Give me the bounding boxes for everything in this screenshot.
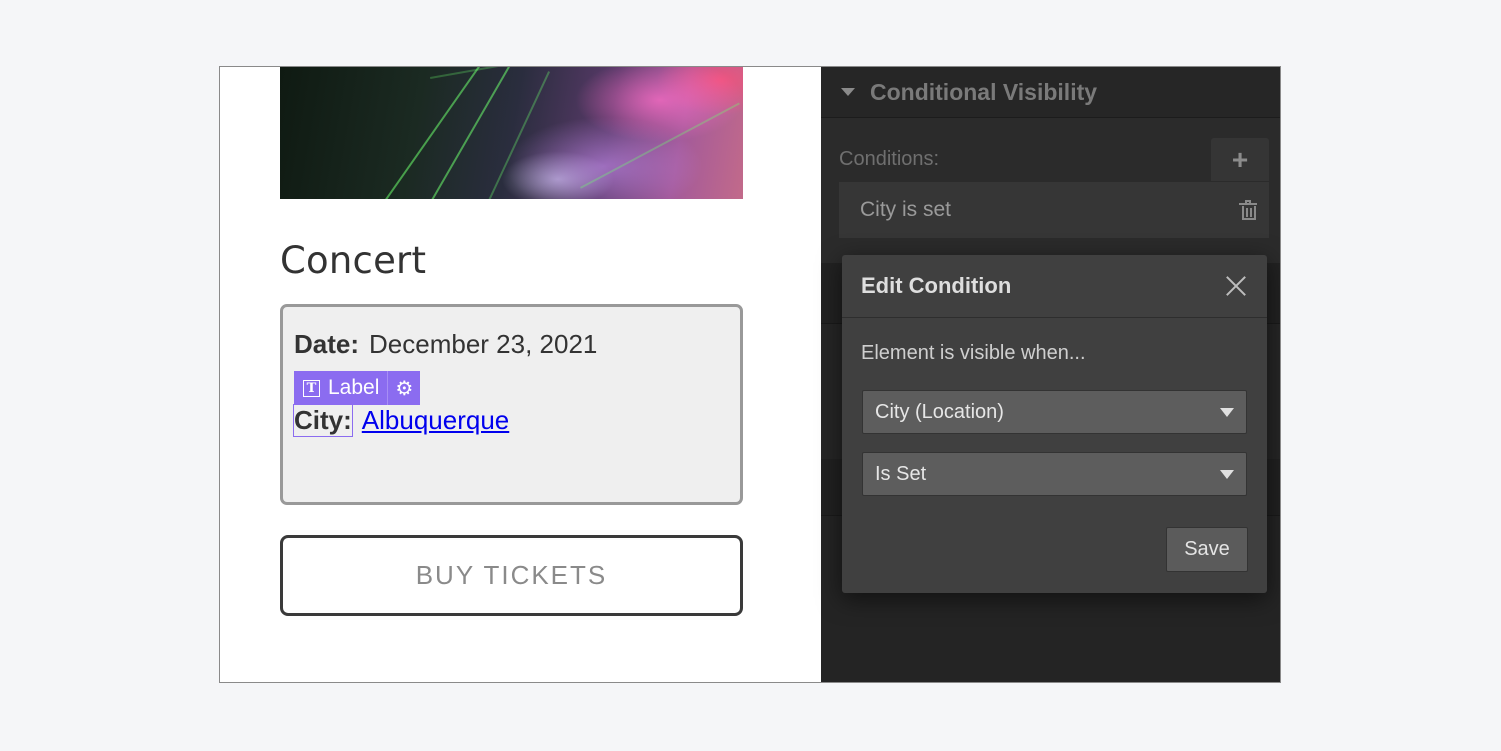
dropdown-arrow-icon <box>1220 407 1234 417</box>
modal-description: Element is visible when... <box>861 342 1086 364</box>
conditional-visibility-header[interactable]: Conditional Visibility <box>821 67 1280 118</box>
operator-select-value: Is Set <box>875 462 927 485</box>
section-title: Conditional Visibility <box>870 78 1098 105</box>
gear-icon[interactable]: ⚙ <box>388 371 420 405</box>
operator-select[interactable]: Is Set <box>862 452 1247 496</box>
event-title: Concert <box>280 239 427 282</box>
save-button[interactable]: Save <box>1166 527 1248 572</box>
dropdown-arrow-icon <box>1220 469 1234 479</box>
text-block-icon: T <box>303 379 320 397</box>
city-link[interactable]: Albuquerque <box>362 405 509 436</box>
element-type-text: Label <box>328 376 380 399</box>
hero-image[interactable] <box>280 67 743 199</box>
element-type-label[interactable]: T Label <box>294 371 389 405</box>
caret-down-icon <box>841 88 855 96</box>
city-row: City: Albuquerque <box>293 404 509 437</box>
conditions-section: Conditions: + City is set <box>821 118 1280 263</box>
event-info-box[interactable]: Date: December 23, 2021 T Label ⚙ City: A… <box>280 304 743 505</box>
date-row: Date: December 23, 2021 <box>294 329 597 360</box>
date-value: December 23, 2021 <box>369 329 598 359</box>
field-select-value: City (Location) <box>875 400 1004 423</box>
modal-title: Edit Condition <box>861 273 1012 298</box>
date-label: Date: <box>294 329 360 359</box>
modal-header: Edit Condition <box>842 255 1267 318</box>
close-icon[interactable] <box>1225 275 1247 297</box>
trash-icon[interactable] <box>1239 200 1257 220</box>
conditions-label: Conditions: <box>839 148 940 170</box>
canvas-preview: Concert Date: December 23, 2021 T Label ⚙… <box>220 67 821 682</box>
condition-text: City is set <box>860 198 952 221</box>
edit-condition-modal: Edit Condition Element is visible when..… <box>842 255 1267 593</box>
designer-frame: Concert Date: December 23, 2021 T Label ⚙… <box>219 66 1281 683</box>
city-label[interactable]: City: <box>293 404 353 437</box>
condition-item[interactable]: City is set <box>839 182 1269 238</box>
add-condition-button[interactable]: + <box>1211 138 1269 181</box>
element-selection-tag[interactable]: T Label ⚙ <box>294 371 421 405</box>
buy-tickets-button[interactable]: BUY TICKETS <box>280 535 743 616</box>
field-select[interactable]: City (Location) <box>862 390 1247 434</box>
